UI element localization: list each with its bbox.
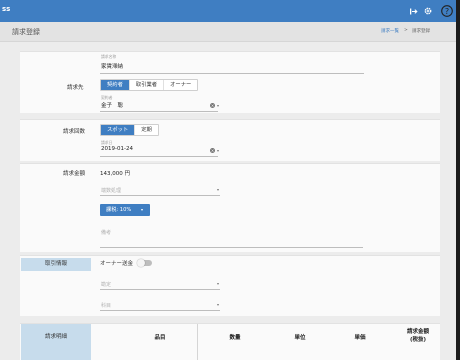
- column-header-unit-price: 単価: [354, 335, 366, 341]
- billing-count-option-spot[interactable]: スポット: [101, 125, 136, 135]
- billing-to-label: 請求先: [67, 85, 84, 91]
- billing-to-option-contractor[interactable]: 契約者: [101, 80, 130, 90]
- billing-details-label: 請求明細: [21, 324, 91, 360]
- rounding-placeholder: 端数処理: [101, 188, 122, 194]
- dropdown-arrow-icon[interactable]: ▾: [217, 103, 219, 108]
- breadcrumb-separator: >: [404, 28, 408, 33]
- dropdown-arrow-icon[interactable]: ▾: [217, 302, 219, 307]
- billing-date-value: 2019-01-24: [101, 146, 133, 152]
- logout-icon[interactable]: [407, 4, 421, 18]
- account-placeholder: 勘定: [101, 282, 112, 288]
- billing-details-section: 請求明細: [20, 323, 440, 360]
- item-placeholder: 科目: [101, 303, 112, 309]
- billing-count-label: 請求回数: [63, 129, 86, 135]
- transaction-info-section: 取引情報 オーナー送金 勘定 ▾ 科目 ▾: [20, 255, 440, 316]
- page-header: 請求登録 請求一覧 > 請求登録: [0, 22, 456, 42]
- app-window: ss ? 請求登録 請求一覧 > 請求登録 請求名称 家賃滞納 請求先 契約者 …: [0, 0, 456, 360]
- svg-text:?: ?: [445, 7, 449, 16]
- app-title: ss: [2, 5, 11, 13]
- item-select[interactable]: 科目 ▾: [100, 298, 220, 311]
- breadcrumb-parent-link[interactable]: 請求一覧: [381, 28, 399, 34]
- dropdown-arrow-icon[interactable]: ▾: [217, 281, 219, 286]
- billing-title-value: 家賃滞納: [101, 64, 124, 70]
- column-header-quantity: 数量: [229, 335, 241, 341]
- owner-remit-toggle[interactable]: [137, 259, 152, 267]
- billing-title-field[interactable]: 請求名称 家賃滞納: [100, 53, 364, 74]
- clear-icon[interactable]: ×: [210, 103, 215, 108]
- clear-icon[interactable]: ×: [210, 148, 215, 153]
- billing-count-section: 請求回数 スポット 定期 請求日 2019-01-24 × ▾: [20, 119, 440, 161]
- billing-amount-section: 請求金額 143,000 円 端数処理 ▾ 課税: 10% ▾ 備考: [20, 163, 440, 252]
- owner-remit-label: オーナー送金: [100, 261, 134, 267]
- column-header-item: 品目: [154, 335, 166, 341]
- tax-select-button[interactable]: 課税: 10% ▾: [100, 204, 150, 216]
- memo-textarea[interactable]: 備考: [100, 225, 363, 248]
- billing-to-selector: 契約者 取引業者 オーナー: [100, 79, 199, 91]
- column-header-unit: 単位: [294, 335, 306, 341]
- help-icon[interactable]: ?: [440, 4, 454, 18]
- dropdown-arrow-icon: ▾: [141, 207, 144, 212]
- billing-to-option-owner[interactable]: オーナー: [164, 80, 197, 90]
- billing-count-option-regular[interactable]: 定期: [135, 125, 158, 135]
- window-border: [456, 0, 460, 360]
- rounding-select[interactable]: 端数処理 ▾: [100, 183, 220, 196]
- column-divider: [197, 324, 198, 360]
- page-title: 請求登録: [12, 28, 40, 36]
- tax-button-label: 課税: 10%: [106, 207, 132, 213]
- billing-to-option-vendor[interactable]: 取引業者: [130, 80, 165, 90]
- breadcrumb-current: 請求登録: [412, 29, 430, 34]
- billing-person-value: 金子 聡: [101, 103, 124, 109]
- dropdown-arrow-icon[interactable]: ▾: [217, 148, 219, 153]
- billing-count-selector: スポット 定期: [100, 124, 159, 136]
- billing-date-field[interactable]: 請求日 2019-01-24 × ▾: [100, 140, 219, 157]
- billing-amount-value: 143,000 円: [100, 171, 130, 177]
- toggle-knob: [137, 259, 145, 267]
- billing-person-field[interactable]: 契約者 金子 聡 × ▾: [100, 95, 219, 112]
- transaction-info-label: 取引情報: [21, 258, 91, 271]
- column-header-amount: 請求金額 (税抜): [406, 329, 429, 343]
- billing-target-section: 請求名称 家賃滞納 請求先 契約者 取引業者 オーナー 契約者 金子 聡 × ▾: [20, 51, 440, 113]
- memo-placeholder: 備考: [101, 230, 112, 236]
- dropdown-arrow-icon[interactable]: ▾: [217, 187, 219, 192]
- billing-amount-label: 請求金額: [63, 171, 86, 177]
- top-bar: ss ?: [0, 0, 456, 22]
- gear-icon[interactable]: [421, 4, 435, 18]
- account-select[interactable]: 勘定 ▾: [100, 277, 220, 290]
- billing-title-label: 請求名称: [101, 54, 117, 59]
